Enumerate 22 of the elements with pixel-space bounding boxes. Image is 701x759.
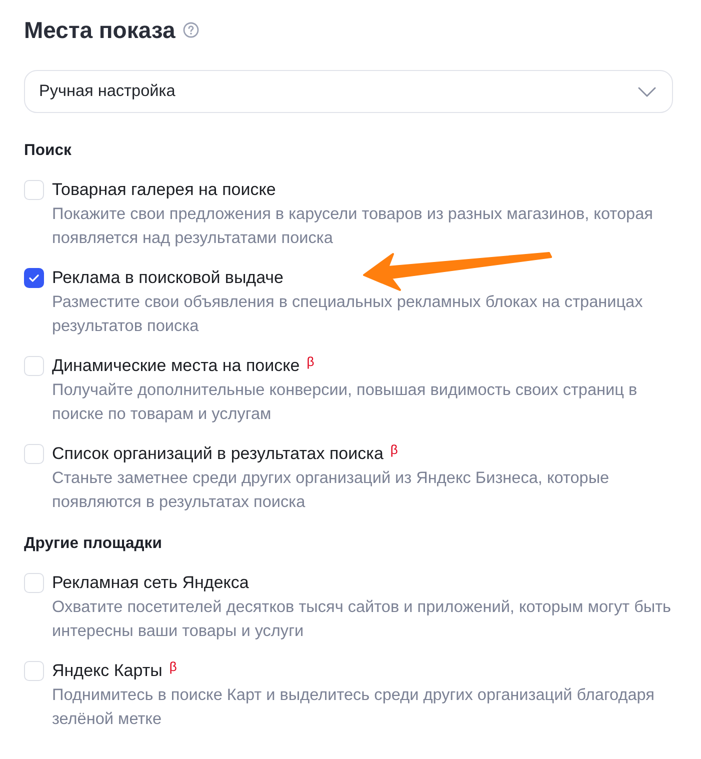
checkbox[interactable] <box>24 268 44 288</box>
help-icon[interactable] <box>183 22 200 38</box>
option-label: Яндекс Карты <box>52 660 162 682</box>
option-description: Станьте заметнее среди других организаций из Яндекс Бизнеса, которые появляются в результатах поиска <box>52 468 610 513</box>
option-description: Поднимитесь в поиске Карт и выделитесь среди других организаций благодаря зелёной метке <box>52 685 656 730</box>
option-description: Разместите свои объявления в специальных рекламных блоках на страницах результатов поиска <box>52 292 644 337</box>
option-description: Получайте дополнительные конверсии, повышая видимость своих страниц в поиске по товарам и услугам <box>52 380 638 425</box>
beta-label: β <box>390 442 398 458</box>
option-label: Рекламная сеть Яндекса <box>52 572 249 594</box>
option-description: Охватите посетителей десятков тысяч сайтов и приложений, которым могут быть интересны ваши товары и услуги <box>52 597 672 642</box>
option-description: Покажите свои предложения в карусели товаров из разных магазинов, которая появляется над результатами поиска <box>52 204 654 249</box>
chevron-down-icon <box>638 86 656 96</box>
page-title: Места показа <box>24 16 176 45</box>
dropdown-select[interactable]: Ручная настройка <box>24 70 673 113</box>
beta-label: β <box>169 659 177 675</box>
section-heading: Поиск <box>24 141 72 161</box>
option-label: Реклама в поисковой выдаче <box>52 267 284 289</box>
option-label: Товарная галерея на поиске <box>52 179 276 201</box>
section-heading: Другие площадки <box>24 534 163 554</box>
option-label: Динамические места на поиске <box>52 355 300 377</box>
option-label: Список организаций в результатах поиска <box>52 443 384 465</box>
beta-label: β <box>306 354 314 370</box>
